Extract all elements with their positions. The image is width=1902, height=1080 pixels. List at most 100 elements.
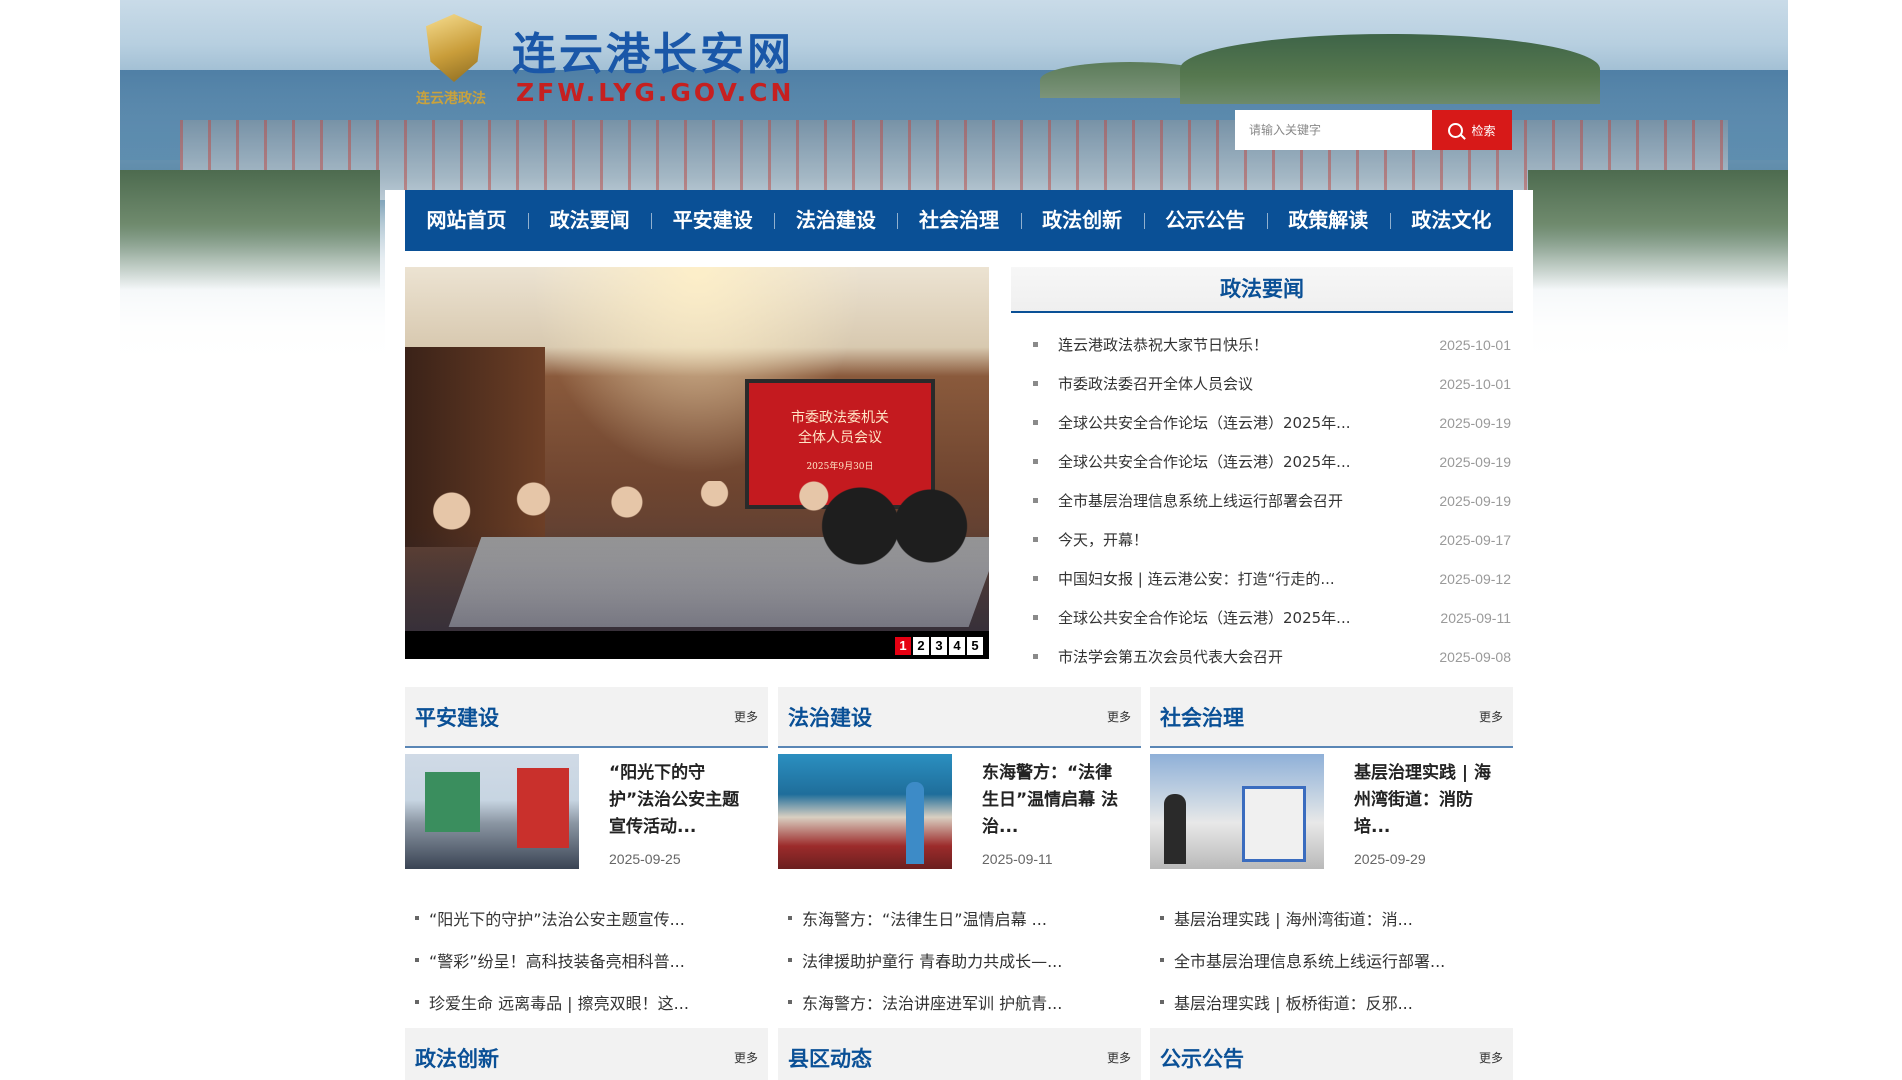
meeting-attendees bbox=[405, 481, 989, 631]
feature-thumbnail[interactable] bbox=[405, 754, 579, 869]
news-item-title[interactable]: 全球公共安全合作论坛（连云港）2025年... bbox=[1058, 451, 1439, 472]
more-link[interactable]: 更多 bbox=[1107, 708, 1131, 725]
slider-photo[interactable]: 市委政法委机关 全体人员会议 2025年9月30日 bbox=[405, 267, 989, 631]
feature-title[interactable]: “阳光下的守护”法治公安主题宣传活动... bbox=[609, 760, 749, 841]
more-link[interactable]: 更多 bbox=[734, 1049, 758, 1066]
search-button[interactable]: 检索 bbox=[1432, 110, 1512, 150]
news-item[interactable]: 今天，开幕！ 2025-09-17 bbox=[1011, 520, 1513, 559]
bullet-icon bbox=[415, 958, 419, 962]
list-item-title[interactable]: “警彩”纷呈！高科技装备亮相科普... bbox=[429, 948, 685, 972]
list-item-title[interactable]: 全市基层治理信息系统上线运行部署... bbox=[1174, 948, 1445, 972]
list-item[interactable]: “阳光下的守护”法治公安主题宣传... bbox=[405, 897, 768, 939]
nav-culture[interactable]: 政法文化 bbox=[1389, 190, 1513, 251]
list-item[interactable]: 法律援助护童行 青春助力共成长—... bbox=[778, 939, 1141, 981]
list-item[interactable]: 基层治理实践 | 板桥街道：反邪... bbox=[1150, 981, 1513, 1023]
column-header: 公示公告 更多 bbox=[1150, 1028, 1513, 1080]
news-panel-title[interactable]: 政法要闻 bbox=[1011, 267, 1513, 313]
list-item[interactable]: 珍爱生命 远离毒品 | 擦亮双眼！这... bbox=[405, 981, 768, 1023]
list-item[interactable]: 东海警方：“法律生日”温情启幕 ... bbox=[778, 897, 1141, 939]
feature-text: 基层治理实践 | 海州湾街道：消防培... 2025-09-29 bbox=[1324, 754, 1494, 869]
news-item[interactable]: 连云港政法恭祝大家节日快乐！ 2025-10-01 bbox=[1011, 325, 1513, 364]
news-item-title[interactable]: 全市基层治理信息系统上线运行部署会召开 bbox=[1058, 490, 1439, 511]
bullet-icon bbox=[1160, 958, 1164, 962]
news-item-title[interactable]: 连云港政法恭祝大家节日快乐！ bbox=[1058, 334, 1439, 355]
news-item[interactable]: 全市基层治理信息系统上线运行部署会召开 2025-09-19 bbox=[1011, 481, 1513, 520]
nav-governance[interactable]: 社会治理 bbox=[897, 190, 1020, 251]
feature-article[interactable]: 东海警方：“法律生日”温情启幕 法治... 2025-09-11 bbox=[778, 754, 1141, 869]
feature-thumbnail[interactable] bbox=[1150, 754, 1324, 869]
list-item-title[interactable]: 东海警方：“法律生日”温情启幕 ... bbox=[802, 906, 1047, 930]
screen-title-1: 市委政法委机关 bbox=[791, 410, 889, 426]
news-item[interactable]: 市委政法委召开全体人员会议 2025-10-01 bbox=[1011, 364, 1513, 403]
slider-page-3[interactable]: 3 bbox=[931, 637, 947, 655]
news-item-title[interactable]: 全球公共安全合作论坛（连云港）2025年... bbox=[1058, 412, 1439, 433]
column-title[interactable]: 法治建设 bbox=[788, 702, 872, 732]
news-list: 连云港政法恭祝大家节日快乐！ 2025-10-01 市委政法委召开全体人员会议 20… bbox=[1011, 313, 1513, 676]
slider-page-5[interactable]: 5 bbox=[967, 637, 983, 655]
more-link[interactable]: 更多 bbox=[1107, 1049, 1131, 1066]
feature-text: “阳光下的守护”法治公安主题宣传活动... 2025-09-25 bbox=[579, 754, 749, 869]
nav-home[interactable]: 网站首页 bbox=[405, 190, 528, 251]
site-logo[interactable]: 连云港政法 连云港长安网 ZFW.LYG.GOV.CN bbox=[416, 12, 796, 112]
news-item[interactable]: 全球公共安全合作论坛（连云港）2025年... 2025-09-19 bbox=[1011, 442, 1513, 481]
column-safety: 平安建设 更多 “阳光下的守护”法治公安主题宣传活动... 2025-09-25… bbox=[405, 687, 768, 1023]
column-title[interactable]: 政法创新 bbox=[415, 1043, 499, 1073]
slider-page-4[interactable]: 4 bbox=[949, 637, 965, 655]
nav-news[interactable]: 政法要闻 bbox=[528, 190, 651, 251]
feature-article[interactable]: 基层治理实践 | 海州湾街道：消防培... 2025-09-29 bbox=[1150, 754, 1513, 869]
feature-thumbnail[interactable] bbox=[778, 754, 952, 869]
column-title[interactable]: 公示公告 bbox=[1160, 1043, 1244, 1073]
nav-safety[interactable]: 平安建设 bbox=[651, 190, 774, 251]
search-icon bbox=[1448, 122, 1464, 138]
photo-slider[interactable]: 市委政法委机关 全体人员会议 2025年9月30日 1 2 3 4 5 bbox=[405, 267, 989, 659]
column-governance: 社会治理 更多 基层治理实践 | 海州湾街道：消防培... 2025-09-29… bbox=[1150, 687, 1513, 1023]
list-item-title[interactable]: “阳光下的守护”法治公安主题宣传... bbox=[429, 906, 685, 930]
column-header: 平安建设 更多 bbox=[405, 687, 768, 748]
bullet-icon bbox=[1033, 342, 1038, 347]
list-item-title[interactable]: 珍爱生命 远离毒品 | 擦亮双眼！这... bbox=[429, 990, 689, 1014]
nav-rule-of-law[interactable]: 法治建设 bbox=[774, 190, 897, 251]
news-item[interactable]: 中国妇女报 | 连云港公安：打造“行走的... 2025-09-12 bbox=[1011, 559, 1513, 598]
search-input[interactable] bbox=[1235, 110, 1432, 150]
feature-title[interactable]: 基层治理实践 | 海州湾街道：消防培... bbox=[1354, 760, 1494, 841]
column-title[interactable]: 县区动态 bbox=[788, 1043, 872, 1073]
list-item-title[interactable]: 东海警方：法治讲座进军训 护航青... bbox=[802, 990, 1062, 1014]
bullet-icon bbox=[1033, 420, 1038, 425]
news-item[interactable]: 市法学会第五次会员代表大会召开 2025-09-08 bbox=[1011, 637, 1513, 676]
bullet-icon bbox=[788, 1000, 792, 1004]
list-item-title[interactable]: 基层治理实践 | 海州湾街道：消... bbox=[1174, 906, 1413, 930]
feature-article[interactable]: “阳光下的守护”法治公安主题宣传活动... 2025-09-25 bbox=[405, 754, 768, 869]
column-title[interactable]: 平安建设 bbox=[415, 702, 499, 732]
list-item[interactable]: 全市基层治理信息系统上线运行部署... bbox=[1150, 939, 1513, 981]
news-item[interactable]: 全球公共安全合作论坛（连云港）2025年... 2025-09-19 bbox=[1011, 403, 1513, 442]
list-item[interactable]: 基层治理实践 | 海州湾街道：消... bbox=[1150, 897, 1513, 939]
feature-title[interactable]: 东海警方：“法律生日”温情启幕 法治... bbox=[982, 760, 1122, 841]
bullet-icon bbox=[1160, 1000, 1164, 1004]
slider-page-2[interactable]: 2 bbox=[913, 637, 929, 655]
news-item-title[interactable]: 市法学会第五次会员代表大会召开 bbox=[1058, 646, 1439, 667]
nav-policy[interactable]: 政策解读 bbox=[1266, 190, 1390, 251]
slider-page-1[interactable]: 1 bbox=[895, 637, 911, 655]
list-item-title[interactable]: 基层治理实践 | 板桥街道：反邪... bbox=[1174, 990, 1413, 1014]
news-item-date: 2025-10-01 bbox=[1439, 336, 1511, 353]
list-item[interactable]: “警彩”纷呈！高科技装备亮相科普... bbox=[405, 939, 768, 981]
emblem-caption: 连云港政法 bbox=[416, 91, 486, 107]
news-item-date: 2025-09-19 bbox=[1439, 414, 1511, 431]
list-item-title[interactable]: 法律援助护童行 青春助力共成长—... bbox=[802, 948, 1062, 972]
news-item-title[interactable]: 中国妇女报 | 连云港公安：打造“行走的... bbox=[1058, 568, 1439, 589]
search-box: 检索 bbox=[1235, 110, 1512, 150]
nav-announcements[interactable]: 公示公告 bbox=[1143, 190, 1267, 251]
slider-pagination: 1 2 3 4 5 bbox=[895, 637, 983, 655]
news-item-title[interactable]: 今天，开幕！ bbox=[1058, 529, 1439, 550]
more-link[interactable]: 更多 bbox=[1479, 1049, 1503, 1066]
news-item-title[interactable]: 全球公共安全合作论坛（连云港）2025年... bbox=[1058, 607, 1440, 628]
column-title[interactable]: 社会治理 bbox=[1160, 702, 1244, 732]
nav-innovation[interactable]: 政法创新 bbox=[1020, 190, 1144, 251]
police-emblem-icon bbox=[426, 14, 482, 82]
bullet-icon bbox=[1033, 498, 1038, 503]
more-link[interactable]: 更多 bbox=[734, 708, 758, 725]
list-item[interactable]: 东海警方：法治讲座进军训 护航青... bbox=[778, 981, 1141, 1023]
news-item[interactable]: 全球公共安全合作论坛（连云港）2025年... 2025-09-11 bbox=[1011, 598, 1513, 637]
more-link[interactable]: 更多 bbox=[1479, 708, 1503, 725]
news-item-title[interactable]: 市委政法委召开全体人员会议 bbox=[1058, 373, 1439, 394]
